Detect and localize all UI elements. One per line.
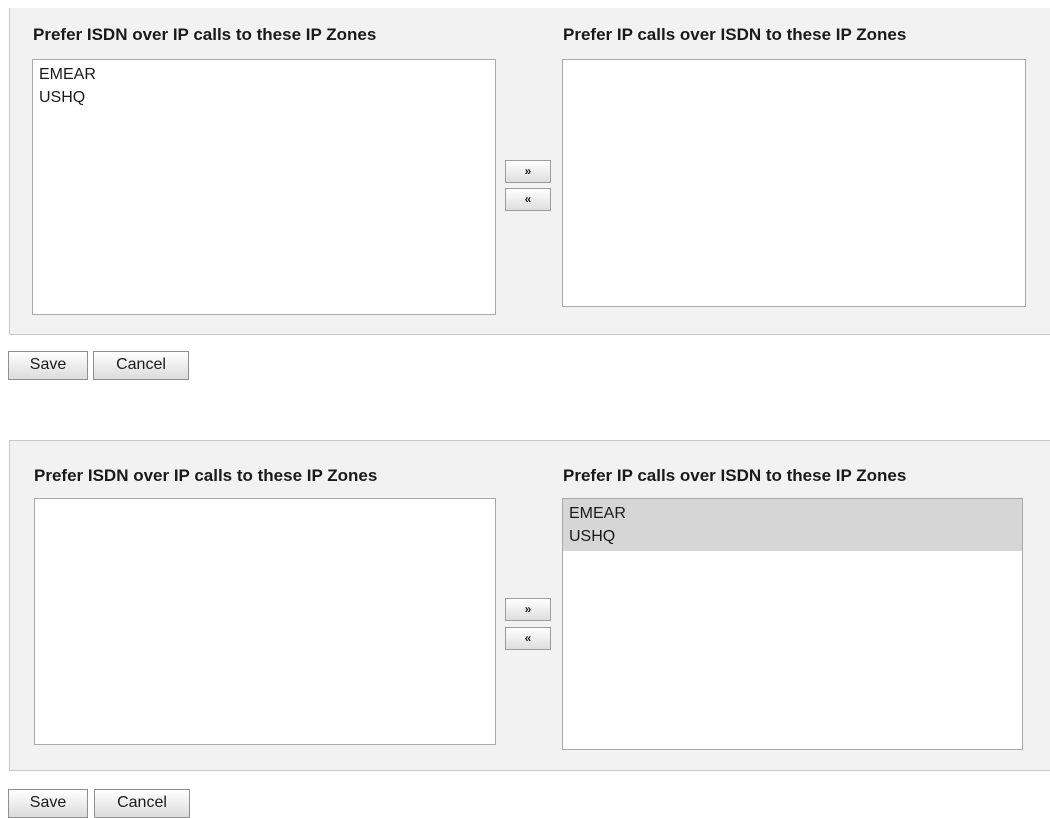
list-item[interactable]: USHQ <box>563 525 1022 551</box>
isdn-preferred-title: Prefer ISDN over IP calls to these IP Zo… <box>34 466 378 485</box>
isdn-preferred-zones-list[interactable]: EMEAR USHQ <box>32 59 496 315</box>
save-button[interactable]: Save <box>8 351 88 380</box>
ip-preferred-zones-list[interactable] <box>562 59 1026 307</box>
ip-preferred-title: Prefer IP calls over ISDN to these IP Zo… <box>563 466 907 485</box>
list-item[interactable]: EMEAR <box>33 63 495 86</box>
cancel-button[interactable]: Cancel <box>94 789 190 818</box>
zone-preference-panel: Prefer ISDN over IP calls to these IP Zo… <box>9 440 1050 771</box>
save-button[interactable]: Save <box>8 789 88 818</box>
isdn-preferred-title: Prefer ISDN over IP calls to these IP Zo… <box>33 25 377 44</box>
move-left-button[interactable]: « <box>505 188 551 211</box>
list-item[interactable]: USHQ <box>33 86 495 109</box>
list-item[interactable]: EMEAR <box>563 499 1022 525</box>
isdn-preferred-zones-list[interactable] <box>34 498 496 745</box>
ip-preferred-zones-list[interactable]: EMEAR USHQ <box>562 498 1023 750</box>
zone-preference-panel: Prefer ISDN over IP calls to these IP Zo… <box>9 8 1050 335</box>
cancel-button[interactable]: Cancel <box>93 351 189 380</box>
move-right-button[interactable]: » <box>505 160 551 183</box>
move-left-button[interactable]: « <box>505 627 551 650</box>
move-right-button[interactable]: » <box>505 598 551 621</box>
ip-preferred-title: Prefer IP calls over ISDN to these IP Zo… <box>563 25 907 44</box>
